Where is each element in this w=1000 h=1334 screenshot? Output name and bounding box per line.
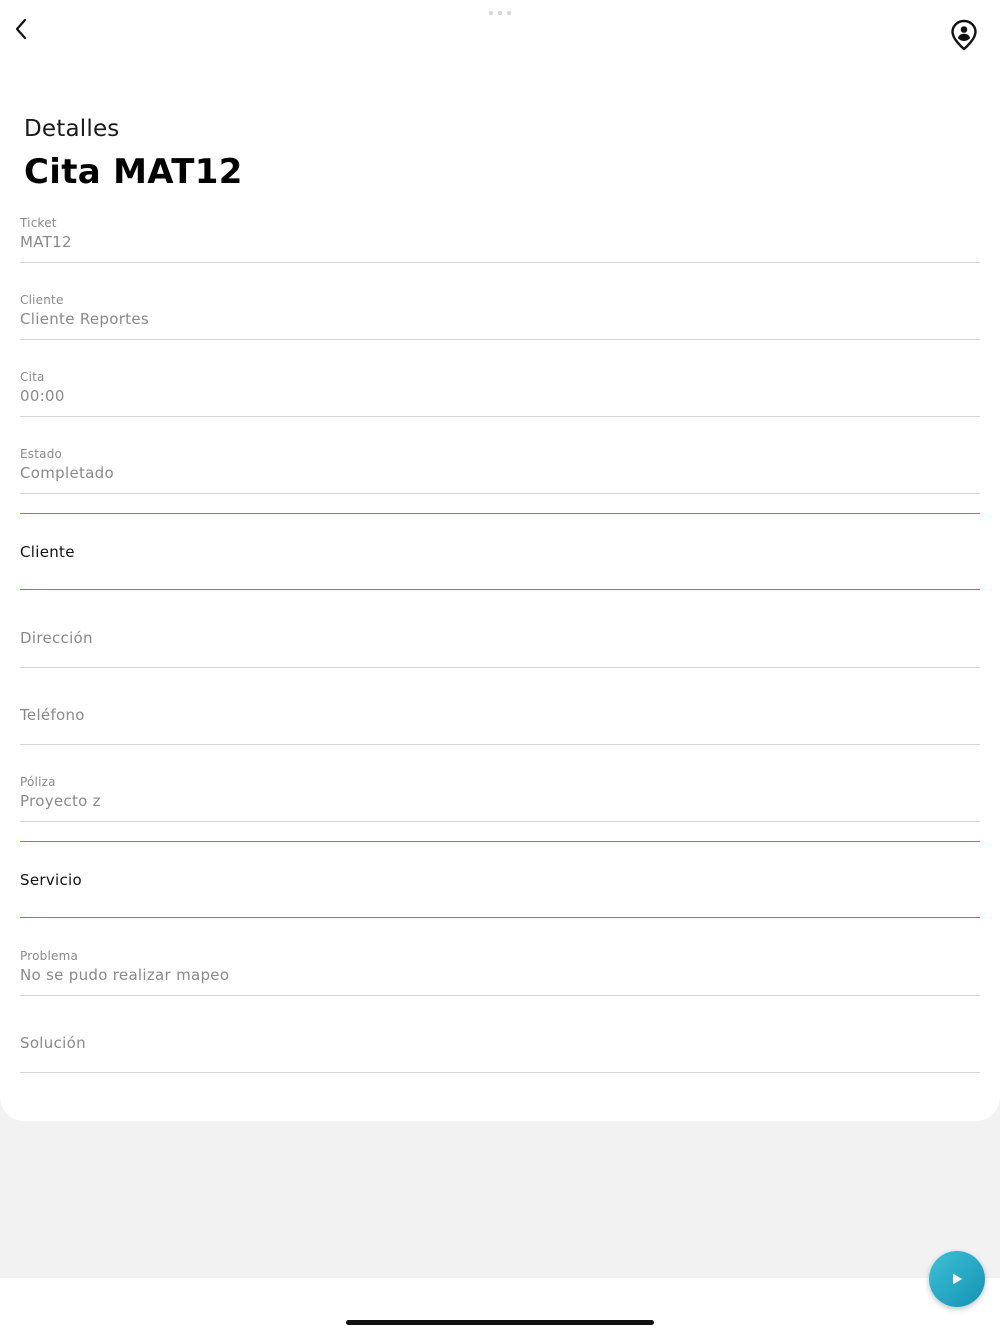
problema-label: Problema <box>20 949 79 963</box>
section-cliente: Cliente <box>20 513 980 590</box>
problema-value: No se pudo realizar mapeo <box>20 966 230 984</box>
telefono-field[interactable]: Teléfono <box>20 686 980 745</box>
poliza-value: Proyecto z <box>20 792 101 810</box>
location-button[interactable] <box>946 16 982 54</box>
problema-field[interactable]: Problema No se pudo realizar mapeo <box>20 943 980 996</box>
poliza-label: Póliza <box>20 775 56 789</box>
telefono-placeholder: Teléfono <box>20 706 85 724</box>
cita-value: 00:00 <box>20 387 65 405</box>
chevron-left-icon <box>15 18 27 40</box>
poliza-field[interactable]: Póliza Proyecto z <box>20 769 980 822</box>
cliente-label: Cliente <box>20 293 64 307</box>
section-servicio-label: Servicio <box>20 871 82 889</box>
estado-field[interactable]: Estado Completado <box>20 441 980 494</box>
cliente-value: Cliente Reportes <box>20 310 149 328</box>
solucion-placeholder: Solución <box>20 1034 86 1052</box>
ticket-label: Ticket <box>20 216 57 230</box>
solucion-field[interactable]: Solución <box>20 1014 980 1073</box>
direccion-field[interactable]: Dirección <box>20 609 980 668</box>
location-person-icon <box>951 19 977 51</box>
play-icon <box>953 1273 962 1285</box>
cliente-field[interactable]: Cliente Cliente Reportes <box>20 287 980 340</box>
estado-label: Estado <box>20 447 63 461</box>
details-card: Detalles Cita MAT12 Ticket MAT12 Cliente… <box>0 0 1000 1121</box>
section-servicio: Servicio <box>20 841 980 918</box>
sheet-grabber[interactable] <box>489 10 511 16</box>
back-button[interactable] <box>6 14 36 44</box>
estado-value: Completado <box>20 464 114 482</box>
direccion-placeholder: Dirección <box>20 629 93 647</box>
ticket-value: MAT12 <box>20 233 72 251</box>
section-cliente-label: Cliente <box>20 543 75 561</box>
page-subtitle: Detalles <box>24 116 120 142</box>
start-button[interactable] <box>929 1251 985 1307</box>
cita-field[interactable]: Cita 00:00 <box>20 364 980 417</box>
ticket-field[interactable]: Ticket MAT12 <box>20 210 980 263</box>
home-indicator[interactable] <box>346 1320 654 1325</box>
bottom-bar <box>0 1278 1000 1334</box>
page-title: Cita MAT12 <box>24 152 243 192</box>
cita-label: Cita <box>20 370 45 384</box>
